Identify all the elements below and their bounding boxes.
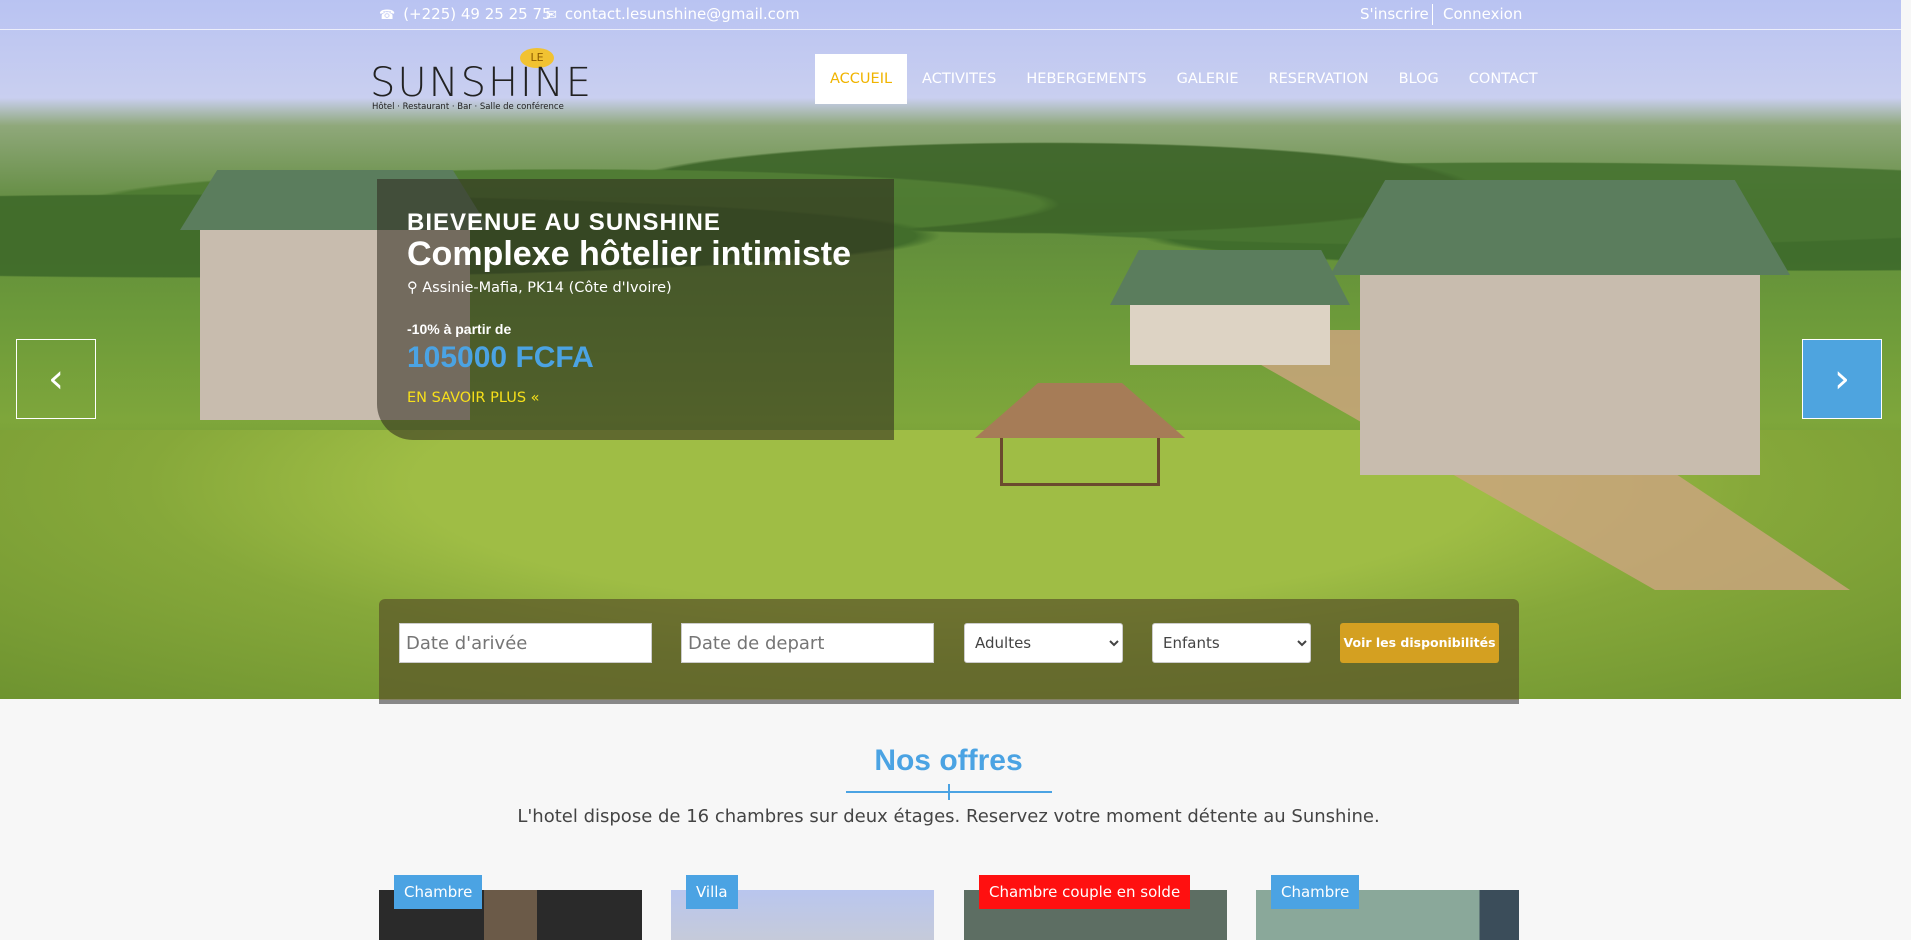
chevron-right-icon: › [1834, 356, 1850, 402]
email-address[interactable]: contact.lesunshine@gmail.com [565, 5, 800, 23]
nav-accueil[interactable]: ACCUEIL [815, 54, 908, 104]
nav-galerie[interactable]: GALERIE [1162, 54, 1254, 104]
offer-badge: Chambre [394, 875, 483, 909]
promo-text: -10% à partir de [407, 321, 512, 337]
nav-reservation[interactable]: RESERVATION [1254, 54, 1384, 104]
carousel-next-button[interactable]: › [1802, 339, 1882, 419]
login-link[interactable]: Connexion [1443, 5, 1522, 23]
offer-badge-sale: Chambre couple en solde [979, 875, 1191, 909]
promo-price: 105000 FCFA [407, 341, 594, 374]
building-roof-right [1330, 180, 1790, 275]
nav-contact[interactable]: CONTACT [1454, 54, 1553, 104]
building-right [1360, 275, 1760, 475]
building-roof-middle [1110, 250, 1350, 305]
building-middle [1130, 305, 1330, 365]
gazebo [975, 383, 1185, 438]
nav-blog[interactable]: BLOG [1384, 54, 1454, 104]
top-bar: ☎ (+225) 49 25 25 75 ✉ contact.lesunshine@… [0, 0, 1901, 30]
location-text: Assinie-Mafia, PK14 (Côte d'Ivoire) [422, 280, 672, 296]
logo-tagline: Hôtel · Restaurant · Bar · Salle de conf… [372, 102, 564, 112]
section-description: L'hotel dispose de 16 chambres sur deux … [517, 806, 1380, 827]
phone-icon: ☎ [379, 8, 396, 23]
carousel-prev-button[interactable]: ‹ [16, 339, 96, 419]
check-availability-button[interactable]: Voir les disponibilités [1340, 623, 1499, 663]
slide-caption: BIEVENUE AU SUNSHINE Complexe hôtelier i… [377, 179, 894, 440]
auth-separator [1432, 4, 1433, 25]
gazebo-base [1000, 438, 1160, 486]
departure-date-input[interactable] [681, 623, 934, 663]
nav-activites[interactable]: ACTIVITES [907, 54, 1011, 104]
signup-link[interactable]: S'inscrire [1360, 5, 1429, 23]
hero-slide-image [0, 0, 1901, 699]
learn-more-link[interactable]: EN SAVOIR PLUS « [407, 390, 540, 406]
site-logo[interactable]: LE SUNSHINE Hôtel · Restaurant · Bar · S… [370, 48, 610, 114]
map-marker-icon: ⚲ [407, 280, 418, 296]
booking-form: Adultes Enfants Voir les disponibilités [379, 599, 1519, 704]
slide-headline: Complexe hôtelier intimiste [407, 235, 851, 273]
email-contact[interactable]: ✉ contact.lesunshine@gmail.com [546, 5, 800, 23]
nav-hebergements[interactable]: HEBERGEMENTS [1011, 54, 1161, 104]
main-nav: ACCUEIL ACTIVITES HEBERGEMENTS GALERIE R… [815, 54, 1553, 104]
logo-wordmark: SUNSHINE [370, 60, 594, 106]
offer-badge: Villa [686, 875, 738, 909]
envelope-icon: ✉ [546, 8, 557, 23]
children-select[interactable]: Enfants [1152, 623, 1311, 663]
slide-location: ⚲ Assinie-Mafia, PK14 (Côte d'Ivoire) [407, 280, 672, 296]
phone-contact: ☎ (+225) 49 25 25 75 [379, 5, 552, 23]
arrival-date-input[interactable] [399, 623, 652, 663]
offer-badge: Chambre [1271, 875, 1360, 909]
chevron-left-icon: ‹ [48, 356, 64, 402]
phone-number: (+225) 49 25 25 75 [403, 5, 552, 23]
section-title: Nos offres [874, 744, 1023, 777]
slide-kicker: BIEVENUE AU SUNSHINE [407, 209, 721, 236]
adults-select[interactable]: Adultes [964, 623, 1123, 663]
title-divider-tick [948, 784, 950, 800]
